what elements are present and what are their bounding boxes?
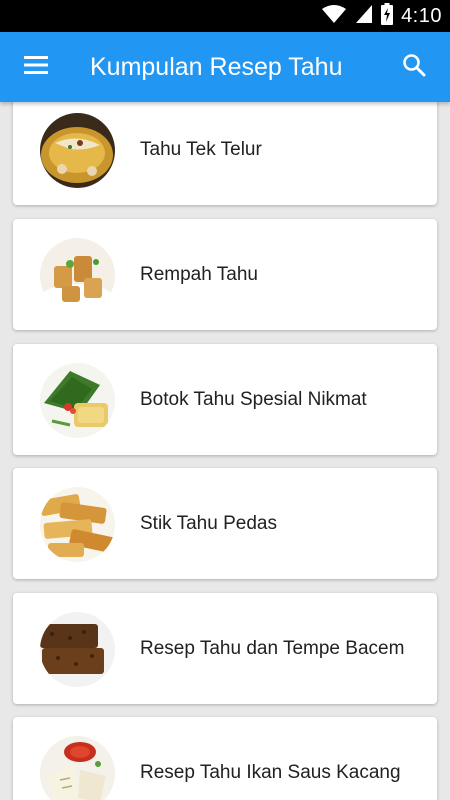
recipe-card-rempah-tahu[interactable]: Rempah Tahu	[13, 219, 437, 330]
tahu-ikan-photo	[40, 736, 115, 800]
botok-tahu-photo	[40, 363, 115, 438]
stik-tahu-photo	[40, 487, 115, 562]
recipe-title: Stik Tahu Pedas	[140, 512, 277, 534]
recipe-list[interactable]: Tahu Tek Telur Rempah Tahu Botok Tahu Sp…	[0, 102, 450, 800]
hamburger-menu-icon	[24, 56, 48, 78]
app-bar: Kumpulan Resep Tahu	[0, 32, 450, 102]
search-button[interactable]	[390, 43, 438, 91]
tahu-tempe-bacem-photo	[40, 612, 115, 687]
cellular-signal-icon	[355, 4, 373, 28]
wifi-icon	[321, 4, 347, 28]
status-bar: 4:10	[0, 0, 450, 32]
rempah-tahu-photo	[40, 238, 115, 313]
search-icon	[402, 53, 426, 81]
app-title: Kumpulan Resep Tahu	[90, 53, 343, 81]
recipe-title: Tahu Tek Telur	[140, 138, 262, 160]
recipe-card-tahu-ikan[interactable]: Resep Tahu Ikan Saus Kacang	[13, 717, 437, 800]
recipe-title: Botok Tahu Spesial Nikmat	[140, 388, 367, 410]
tahu-tek-telur-photo	[40, 113, 115, 188]
status-icons: 4:10	[321, 0, 442, 32]
recipe-card-tahu-tek-telur[interactable]: Tahu Tek Telur	[13, 102, 437, 205]
menu-button[interactable]	[12, 43, 60, 91]
status-time: 4:10	[401, 4, 442, 27]
recipe-card-botok-tahu[interactable]: Botok Tahu Spesial Nikmat	[13, 344, 437, 455]
recipe-title: Resep Tahu Ikan Saus Kacang	[140, 761, 401, 783]
recipe-card-tahu-tempe-bacem[interactable]: Resep Tahu dan Tempe Bacem	[13, 593, 437, 704]
recipe-card-stik-tahu[interactable]: Stik Tahu Pedas	[13, 468, 437, 579]
recipe-title: Resep Tahu dan Tempe Bacem	[140, 637, 405, 659]
battery-charging-icon	[381, 3, 394, 29]
recipe-title: Rempah Tahu	[140, 263, 258, 285]
